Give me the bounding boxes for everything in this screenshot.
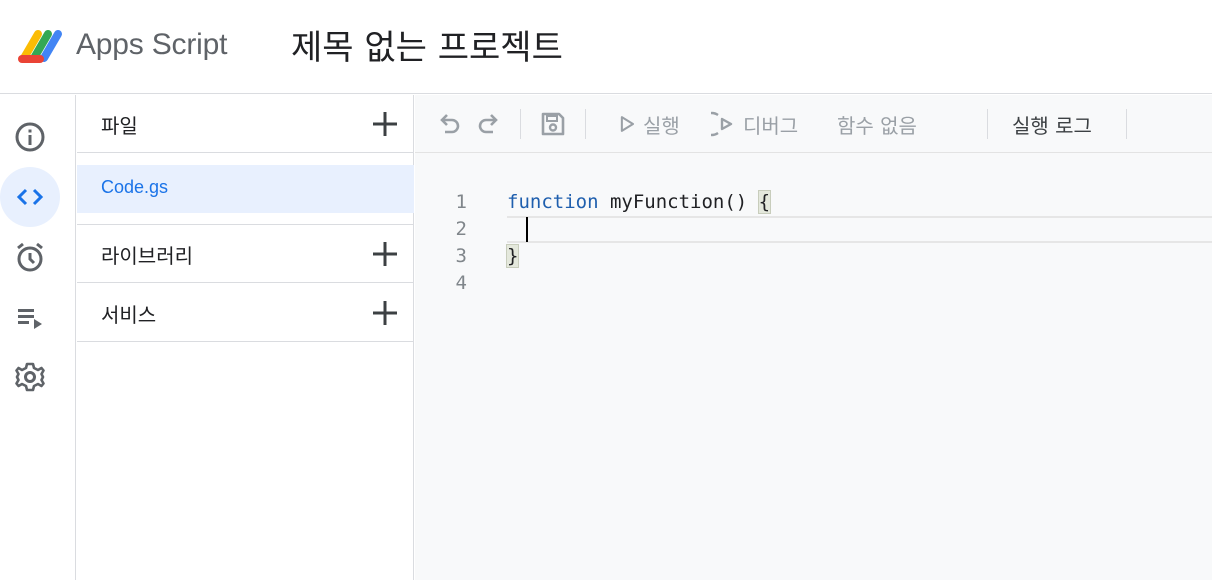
execution-log-label: 실행 로그 (1012, 113, 1092, 138)
rail-settings-button[interactable] (0, 347, 60, 407)
play-icon (620, 116, 635, 132)
plus-icon (373, 112, 397, 136)
undo-button[interactable] (435, 95, 463, 153)
plus-icon (373, 242, 397, 266)
services-label: 서비스 (101, 303, 157, 327)
active-line-highlight (507, 216, 1212, 243)
function-select[interactable]: 함수 없음 (837, 95, 917, 153)
rail-editor-button[interactable] (0, 167, 60, 227)
gear-icon (15, 362, 45, 392)
toolbar-divider (987, 109, 988, 139)
redo-button[interactable] (475, 95, 503, 153)
project-title[interactable]: 제목 없는 프로젝트 (291, 20, 563, 69)
code-icon (16, 188, 44, 206)
left-rail (0, 95, 76, 580)
code-function-signature: myFunction() (598, 191, 759, 213)
code-editor[interactable]: 1 2 3 4 function myFunction() { } (415, 153, 1212, 580)
code-close-brace: } (505, 244, 520, 268)
line-number: 1 (455, 191, 467, 213)
editor-toolbar: 실행 디버그 함수 없음 실행 로그 (415, 95, 1212, 153)
save-button[interactable] (539, 95, 567, 153)
playlist-icon (18, 309, 42, 329)
code-line: } (505, 244, 520, 268)
run-label: 실행 (643, 113, 680, 138)
rail-overview-button[interactable] (0, 107, 60, 167)
info-icon (15, 122, 45, 152)
line-number: 2 (455, 218, 467, 240)
file-item-code-gs[interactable]: Code.gs (77, 165, 414, 213)
plus-icon (373, 301, 397, 325)
toolbar-divider (1126, 109, 1127, 139)
apps-script-logo-icon[interactable] (18, 25, 66, 65)
run-button[interactable]: 실행 (615, 95, 680, 153)
app-header: Apps Script 제목 없는 프로젝트 (0, 0, 1212, 94)
toolbar-divider (520, 109, 521, 139)
code-keyword: function (507, 191, 599, 213)
code-open-brace: { (757, 190, 772, 214)
function-select-value: 함수 없음 (837, 113, 917, 138)
rail-triggers-button[interactable] (0, 227, 60, 287)
text-caret (526, 217, 528, 242)
undo-icon (440, 114, 460, 134)
add-service-button[interactable] (368, 296, 402, 330)
files-header: 파일 (77, 95, 414, 153)
files-panel: 파일 Code.gs 라이브러리 서비스 (77, 95, 414, 580)
libraries-label: 라이브러리 (101, 244, 193, 268)
libraries-header: 라이브러리 (77, 225, 414, 283)
file-name: Code.gs (101, 177, 169, 197)
line-number: 3 (455, 245, 467, 267)
debug-button[interactable]: 디버그 (711, 95, 798, 153)
debug-label: 디버그 (743, 113, 799, 138)
save-icon (541, 112, 565, 136)
app-brand[interactable]: Apps Script (76, 28, 227, 62)
code-line: function myFunction() { (507, 190, 772, 214)
add-library-button[interactable] (368, 237, 402, 271)
add-file-button[interactable] (368, 107, 402, 141)
services-header: 서비스 (77, 284, 414, 342)
rail-executions-button[interactable] (0, 287, 60, 347)
redo-icon (478, 114, 498, 134)
execution-log-button[interactable]: 실행 로그 (1012, 95, 1092, 153)
clock-icon (17, 242, 43, 272)
line-number: 4 (455, 272, 467, 294)
toolbar-divider (585, 109, 586, 139)
files-label: 파일 (101, 114, 138, 138)
files-section: 파일 Code.gs (77, 95, 414, 225)
debug-icon (711, 111, 733, 137)
editor-area: 실행 디버그 함수 없음 실행 로그 1 2 3 4 function myFu… (415, 95, 1212, 580)
